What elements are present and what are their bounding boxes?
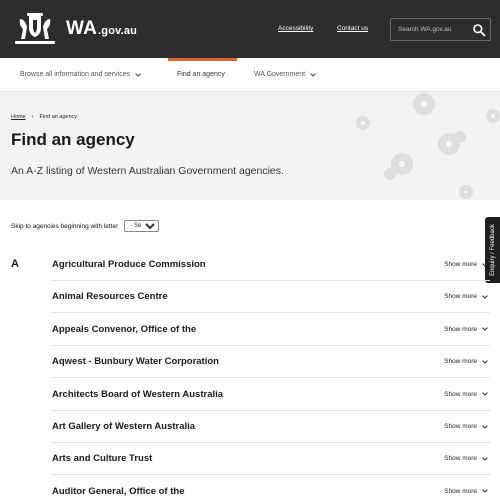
letter-heading: A <box>11 258 19 270</box>
logo-sub: .gov.au <box>98 25 138 37</box>
decorative-bubble-icon <box>413 93 435 115</box>
breadcrumb-current: Find an agency <box>39 114 78 120</box>
search-input[interactable] <box>391 19 469 40</box>
accessibility-link[interactable]: Accessibility <box>278 25 313 32</box>
wa-crest-logo-icon[interactable] <box>11 11 59 47</box>
search-box <box>390 18 491 41</box>
agency-row: Aqwest - Bunbury Water Corporation Show m… <box>52 346 490 379</box>
page-title: Find an agency <box>11 130 135 149</box>
show-more-button[interactable]: Show more <box>444 326 488 333</box>
search-icon[interactable] <box>472 23 486 37</box>
show-more-button[interactable]: Show more <box>444 488 488 495</box>
letter-select[interactable]: - Select - <box>124 220 160 232</box>
decorative-bubble-icon <box>459 185 473 199</box>
page-subtitle: An A-Z listing of Western Australian Gov… <box>11 165 284 177</box>
chevron-down-icon <box>482 489 488 494</box>
chevron-down-icon <box>482 327 488 332</box>
agency-name[interactable]: Art Gallery of Western Australia <box>52 421 195 432</box>
logo-main: WA <box>66 18 98 39</box>
show-more-button[interactable]: Show more <box>444 358 488 365</box>
nav-find-label: Find an agency <box>177 71 225 78</box>
skip-to-letter: Skip to agencies beginning with letter -… <box>11 220 160 232</box>
decorative-bubble-icon <box>486 109 500 123</box>
show-more-label: Show more <box>444 487 477 495</box>
show-more-label: Show more <box>444 293 477 301</box>
site-header: WA.gov.au Accessibility Contact us <box>0 0 500 58</box>
contact-us-link[interactable]: Contact us <box>337 25 368 32</box>
agency-name[interactable]: Arts and Culture Trust <box>52 453 152 464</box>
agency-row: Agricultural Produce Commission Show more <box>52 249 490 281</box>
nav-browse-label: Browse all information and services <box>20 71 131 78</box>
chevron-down-icon <box>482 295 488 299</box>
agency-name[interactable]: Aqwest - Bunbury Water Corporation <box>52 356 219 367</box>
show-more-button[interactable]: Show more <box>444 261 488 268</box>
show-more-label: Show more <box>444 261 477 268</box>
chevron-down-icon <box>482 457 488 461</box>
nav-browse-all[interactable]: Browse all information and services <box>20 71 141 78</box>
main-nav: Browse all information and services Find… <box>0 58 500 92</box>
nav-find-agency[interactable]: Find an agency <box>177 71 225 78</box>
agency-name[interactable]: Animal Resources Centre <box>52 291 168 302</box>
agency-row: Architects Board of Western Australia Sho… <box>52 379 490 411</box>
breadcrumb: Home › Find an agency <box>11 114 77 120</box>
show-more-label: Show more <box>444 358 477 366</box>
chevron-down-icon <box>135 72 141 77</box>
chevron-down-icon <box>482 424 488 429</box>
breadcrumb-home-link[interactable]: Home <box>11 114 26 120</box>
active-tab-indicator <box>168 58 237 61</box>
decorative-bubble-icon <box>454 131 466 143</box>
show-more-label: Show more <box>444 390 477 398</box>
chevron-down-icon <box>310 72 316 77</box>
agency-name[interactable]: Appeals Convenor, Office of the <box>52 324 196 335</box>
agency-row: Art Gallery of Western Australia Show mor… <box>52 411 490 443</box>
agency-name[interactable]: Architects Board of Western Australia <box>52 389 223 400</box>
agency-row: Auditor General, Office of the Show more <box>52 476 490 500</box>
show-more-button[interactable]: Show more <box>444 391 488 398</box>
skip-label: Skip to agencies beginning with letter <box>11 222 119 230</box>
nav-gov-label: WA Government <box>254 71 306 78</box>
decorative-bubble-icon <box>384 168 396 180</box>
chevron-down-icon <box>482 262 488 267</box>
agency-name[interactable]: Auditor General, Office of the <box>52 486 185 497</box>
show-more-label: Show more <box>444 455 477 463</box>
site-logo-text[interactable]: WA.gov.au <box>66 18 137 40</box>
agency-row: Animal Resources Centre Show more <box>52 281 490 314</box>
show-more-button[interactable]: Show more <box>444 293 488 300</box>
chevron-down-icon <box>482 392 488 396</box>
breadcrumb-separator: › <box>31 114 34 120</box>
show-more-button[interactable]: Show more <box>444 423 488 430</box>
nav-wa-government[interactable]: WA Government <box>254 71 316 78</box>
feedback-label: Enquiry / Feedback <box>489 224 496 276</box>
decorative-bubble-icon <box>356 116 370 130</box>
agency-name[interactable]: Agricultural Produce Commission <box>52 259 206 270</box>
chevron-down-icon <box>482 359 488 364</box>
show-more-label: Show more <box>444 423 477 430</box>
page-hero: Home › Find an agency Find an agency An … <box>0 92 500 200</box>
show-more-label: Show more <box>444 325 477 333</box>
agency-row: Arts and Culture Trust Show more <box>52 443 490 476</box>
show-more-button[interactable]: Show more <box>444 455 488 462</box>
agency-row: Appeals Convenor, Office of the Show more <box>52 314 490 346</box>
